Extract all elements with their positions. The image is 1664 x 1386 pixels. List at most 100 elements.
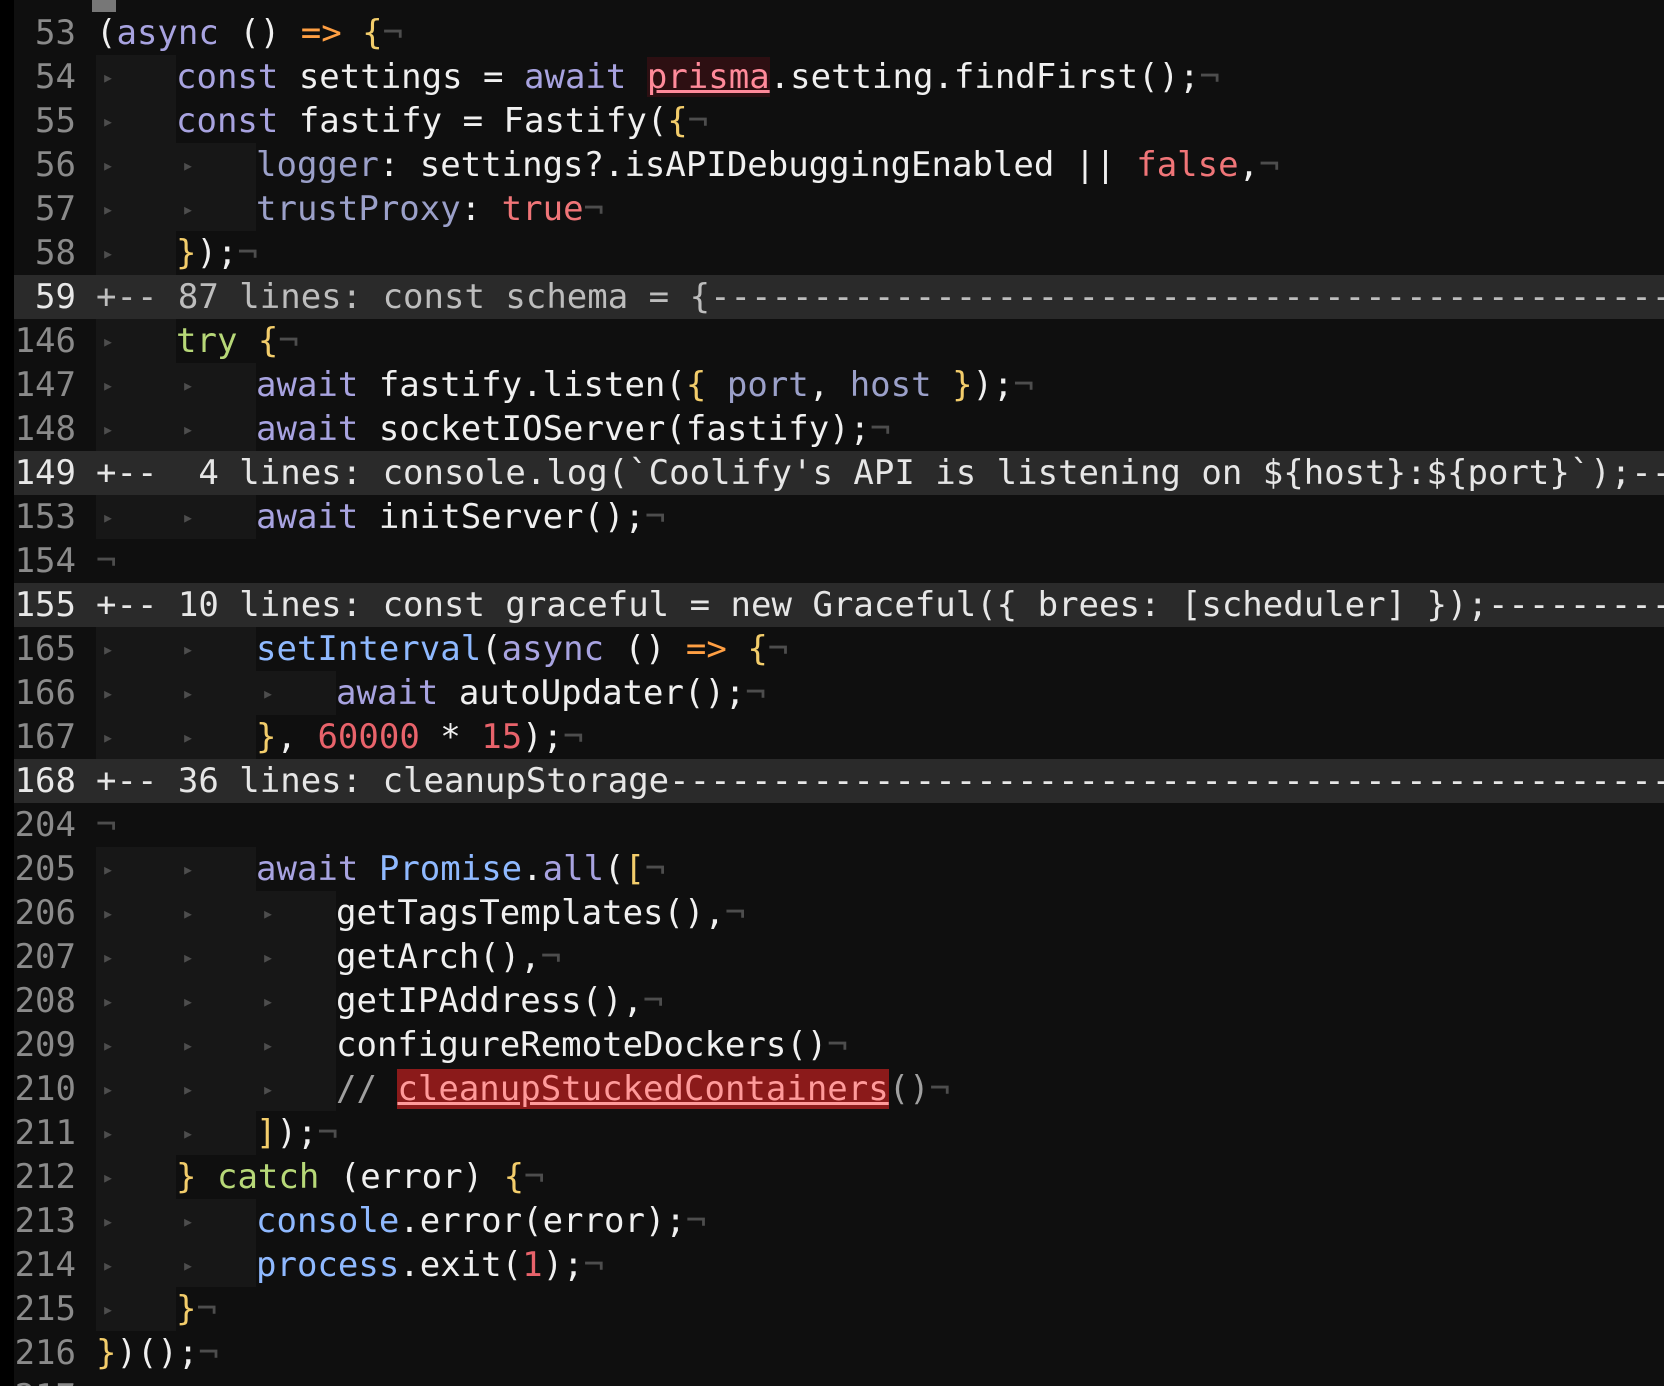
fold-text[interactable]: +-- 36 lines: cleanupStorage------------… xyxy=(96,761,1664,801)
code-line[interactable]: 148 ▸ ▸ await socketIOServer(fastify);¬ xyxy=(14,407,1664,451)
line-content: ▸ try {¬ xyxy=(96,319,299,363)
fold-line[interactable]: 155 +-- 10 lines: const graceful = new Gr… xyxy=(14,583,1664,627)
code-token: } xyxy=(176,233,197,273)
line-content: ▸ ▸ await fastify.listen({ port, host });¬ xyxy=(96,363,1034,407)
code-line[interactable]: 209 ▸ ▸ ▸ configureRemoteDockers()¬ xyxy=(14,1023,1664,1067)
code-token: } xyxy=(176,1157,197,1197)
line-number: 217 xyxy=(14,1375,76,1386)
code-line[interactable]: 210 ▸ ▸ ▸// cleanupStuckedContainers()¬ xyxy=(14,1067,1664,1111)
code-line[interactable]: 56 ▸ ▸ logger: settings?.isAPIDebuggingEnab… xyxy=(14,143,1664,187)
code-token: .error(error); xyxy=(399,1201,686,1241)
code-token: process xyxy=(256,1245,400,1285)
fold-line[interactable]: 59 +-- 87 lines: const schema = {--------… xyxy=(14,275,1664,319)
code-line[interactable]: 212 ▸} catch (error) {¬ xyxy=(14,1155,1664,1199)
indent-guide: ▸ xyxy=(96,495,176,539)
code-token: await xyxy=(336,673,439,713)
fold-text[interactable]: +-- 87 lines: const schema = {----------… xyxy=(96,277,1664,317)
newline-marker: ¬ xyxy=(382,13,404,53)
line-content: ▸ ▸ await socketIOServer(fastify);¬ xyxy=(96,407,891,451)
newline-marker: ¬ xyxy=(96,805,117,845)
code-token: const xyxy=(176,101,279,141)
line-content: ▸ ▸ trustProxy: true¬ xyxy=(96,187,604,231)
editor-left-border xyxy=(0,0,14,1386)
line-content: ▸}¬ xyxy=(96,1287,217,1331)
code-token: () xyxy=(604,629,686,669)
newline-marker: ¬ xyxy=(237,233,258,273)
code-token: host xyxy=(849,365,932,405)
indent-guide: ▸ xyxy=(96,1067,176,1111)
code-token: async xyxy=(501,629,605,669)
line-number: 165 xyxy=(14,629,76,669)
code-token: : settings?.isAPIDebuggingEnabled || xyxy=(378,145,1137,185)
code-token: 60000 xyxy=(317,717,420,757)
indent-guide: ▸ xyxy=(256,671,336,715)
indent-guide: ▸ xyxy=(176,935,256,979)
code-line[interactable]: 154 ¬ xyxy=(14,539,1664,583)
code-token: ); xyxy=(196,233,238,273)
code-line[interactable]: 216})();¬ xyxy=(14,1331,1664,1375)
code-line[interactable]: 146 ▸ try {¬ xyxy=(14,319,1664,363)
code-token: logger xyxy=(256,145,379,185)
line-number: 211 xyxy=(14,1113,76,1153)
code-line[interactable]: 153 ▸ ▸ await initServer();¬ xyxy=(14,495,1664,539)
line-content: ▸ ▸ ▸ getTagsTemplates(),¬ xyxy=(96,891,745,935)
fold-text[interactable]: +-- 10 lines: const graceful = new Grace… xyxy=(96,585,1664,625)
newline-marker: ¬ xyxy=(644,497,666,537)
code-editor[interactable]: 53 (async () => {¬ 54 ▸ const settings = awa… xyxy=(0,0,1664,1386)
code-token: const xyxy=(176,57,279,97)
code-line[interactable]: 208 ▸ ▸ ▸ getIPAddress(),¬ xyxy=(14,979,1664,1023)
line-number: 155 xyxy=(14,585,76,625)
newline-marker: ¬ xyxy=(767,629,789,669)
code-line[interactable]: 206 ▸ ▸ ▸ getTagsTemplates(),¬ xyxy=(14,891,1664,935)
line-number: 154 xyxy=(14,541,76,581)
line-content: ▸} catch (error) {¬ xyxy=(96,1155,545,1199)
code-line[interactable]: 215 ▸}¬ xyxy=(14,1287,1664,1331)
code-lines[interactable]: 53 (async () => {¬ 54 ▸ const settings = awa… xyxy=(14,11,1664,1386)
code-token: await xyxy=(256,365,359,405)
indent-guide: ▸ xyxy=(96,1155,176,1199)
code-line[interactable]: 58 ▸});¬ xyxy=(14,231,1664,275)
indent-guide: ▸ xyxy=(176,1023,256,1067)
newline-marker: ¬ xyxy=(724,893,746,933)
code-token: [ xyxy=(624,849,646,889)
code-line[interactable]: 55 ▸ const fastify = Fastify({¬ xyxy=(14,99,1664,143)
code-token: 15 xyxy=(481,717,523,757)
code-line[interactable]: 54 ▸ const settings = await prisma.setting… xyxy=(14,55,1664,99)
line-content: ▸ ▸ process.exit(1);¬ xyxy=(96,1243,604,1287)
indent-guide: ▸ xyxy=(176,627,256,671)
code-line[interactable]: 53 (async () => {¬ xyxy=(14,11,1664,55)
fold-line[interactable]: 149 +-- 4 lines: console.log(`Coolify's A… xyxy=(14,451,1664,495)
indent-guide: ▸ xyxy=(176,891,256,935)
code-line[interactable]: 165 ▸ ▸ setInterval(async () => {¬ xyxy=(14,627,1664,671)
fold-line[interactable]: 168 +-- 36 lines: cleanupStorage---------… xyxy=(14,759,1664,803)
code-line[interactable]: 57 ▸ ▸ trustProxy: true¬ xyxy=(14,187,1664,231)
newline-marker: ¬ xyxy=(827,1025,848,1065)
code-token: { xyxy=(667,101,688,141)
code-line[interactable]: 205 ▸ ▸ await Promise.all([¬ xyxy=(14,847,1664,891)
line-content: ▸ ▸ await Promise.all([¬ xyxy=(96,847,666,891)
fold-text[interactable]: +-- 4 lines: console.log(`Coolify's API … xyxy=(96,453,1664,493)
code-token: // xyxy=(336,1069,398,1109)
newline-marker: ¬ xyxy=(687,101,709,141)
line-content: })();¬ xyxy=(96,1331,219,1375)
indent-guide: ▸ xyxy=(96,187,176,231)
code-line[interactable]: 207 ▸ ▸ ▸ getArch(),¬ xyxy=(14,935,1664,979)
code-line[interactable]: 211 ▸ ▸]);¬ xyxy=(14,1111,1664,1155)
code-token: true xyxy=(501,189,584,229)
code-line[interactable]: 214 ▸ ▸ process.exit(1);¬ xyxy=(14,1243,1664,1287)
code-line[interactable]: 217 xyxy=(14,1375,1664,1386)
code-line[interactable]: 213 ▸ ▸ console.error(error);¬ xyxy=(14,1199,1664,1243)
line-content: ▸ ▸ ▸ getArch(),¬ xyxy=(96,935,561,979)
indent-guide: ▸ xyxy=(176,143,256,187)
code-token: , xyxy=(276,717,318,757)
newline-marker: ¬ xyxy=(96,541,117,581)
code-line[interactable]: 166 ▸ ▸ ▸ await autoUpdater();¬ xyxy=(14,671,1664,715)
code-line[interactable]: 167 ▸ ▸}, 60000 * 15);¬ xyxy=(14,715,1664,759)
code-token: fastify = Fastify( xyxy=(278,101,668,141)
code-line[interactable]: 147 ▸ ▸ await fastify.listen({ port, host }… xyxy=(14,363,1664,407)
code-token: { xyxy=(685,365,707,405)
code-line[interactable]: 204 ¬ xyxy=(14,803,1664,847)
